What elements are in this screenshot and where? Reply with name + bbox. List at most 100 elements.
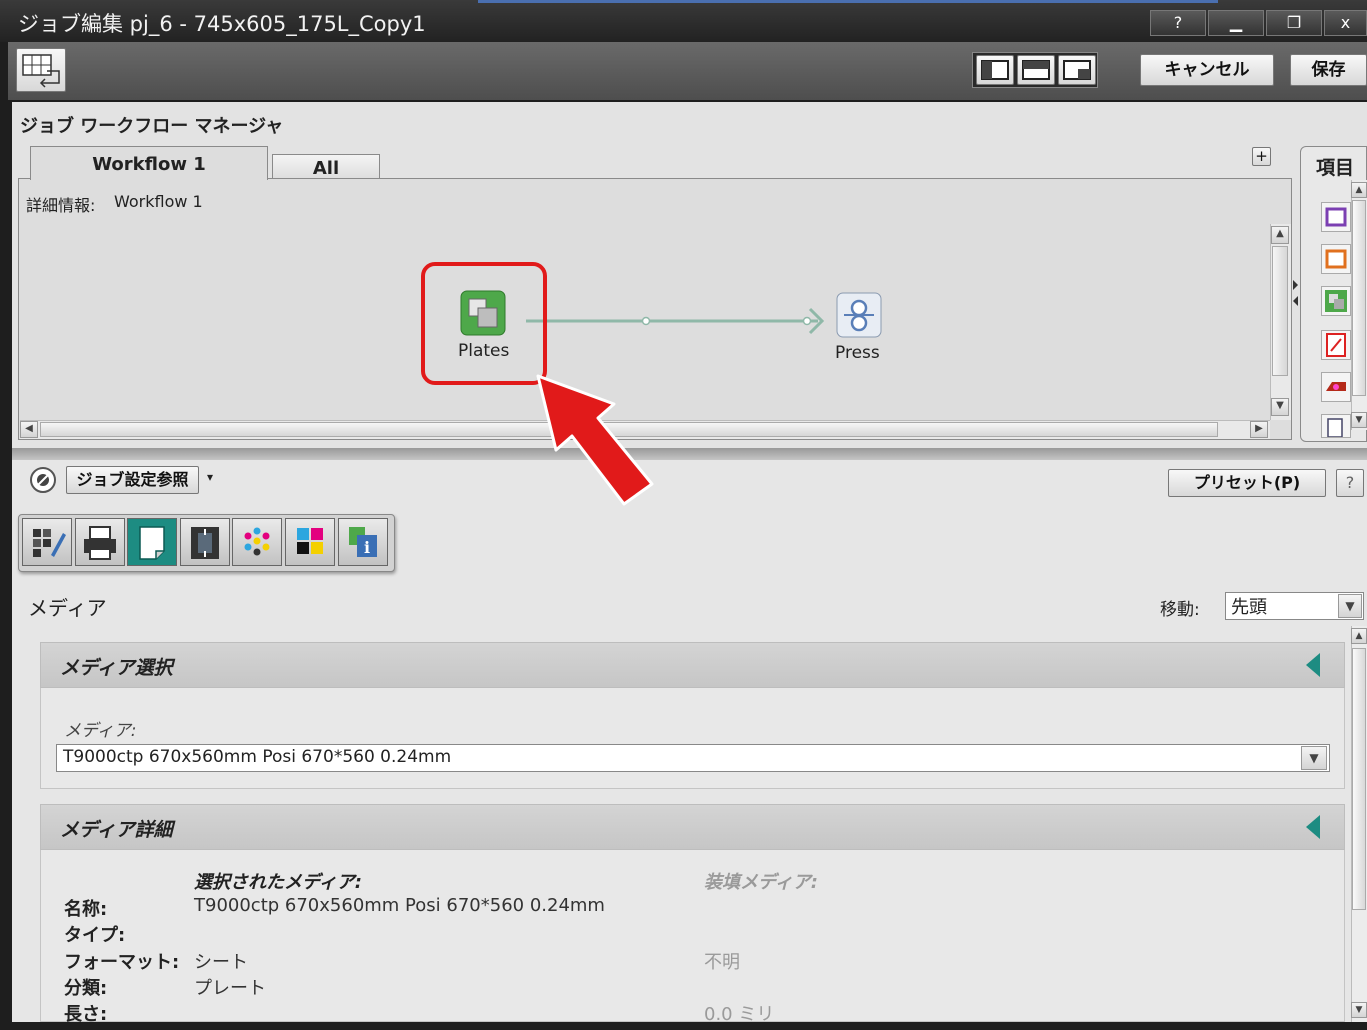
view-split-top-button[interactable] — [1017, 55, 1055, 85]
detail-row-label: 分類: — [64, 978, 108, 999]
details-value: Workflow 1 — [114, 192, 203, 211]
loaded-media-column-header: 装填メディア: — [704, 872, 818, 893]
palette-item-document[interactable] — [1321, 414, 1351, 438]
orange-process-icon — [1325, 249, 1347, 269]
settings-scroll-thumb[interactable] — [1352, 648, 1366, 910]
minimize-button[interactable]: ▁ — [1208, 10, 1264, 36]
save-button[interactable]: 保存 — [1290, 54, 1367, 86]
info-icon: i — [349, 527, 377, 557]
preset-button[interactable]: プリセット(P) — [1168, 469, 1326, 497]
category-print-button[interactable] — [75, 518, 125, 566]
detail-row-label: フォーマット: — [64, 952, 180, 973]
category-imposition-button[interactable] — [22, 518, 72, 566]
media-select-value: T9000ctp 670x560mm Posi 670*560 0.24mm — [63, 747, 452, 767]
window-title: ジョブ編集 pj_6 - 745x605_175L_Copy1 — [18, 12, 426, 36]
category-separations-button[interactable] — [285, 518, 335, 566]
media-field-label: メディア: — [64, 721, 137, 741]
settings-scroll-down-button[interactable]: ▼ — [1351, 1002, 1367, 1018]
collapse-arrow-icon[interactable] — [1306, 815, 1320, 839]
detail-row-selected: プレート — [194, 978, 266, 999]
reference-toggle[interactable] — [29, 466, 57, 494]
category-marks-button[interactable] — [180, 518, 230, 566]
document-icon — [1327, 418, 1343, 438]
detail-row-label: 名称: — [64, 899, 108, 920]
scroll-down-button[interactable]: ▼ — [1271, 398, 1289, 416]
purple-process-icon — [1325, 207, 1347, 227]
layout-right-icon — [1063, 60, 1091, 80]
proof-printer-icon — [1326, 382, 1346, 391]
category-info-button[interactable]: i — [338, 518, 388, 566]
palette-splitter-handle[interactable] — [1292, 270, 1299, 330]
media-details-header[interactable] — [40, 804, 1345, 850]
settings-scroll-up-button[interactable]: ▲ — [1351, 628, 1367, 644]
close-button[interactable]: x — [1324, 10, 1367, 36]
workflow-manager-title: ジョブ ワークフロー マネージャ — [20, 116, 284, 137]
palette-scroll-thumb[interactable] — [1352, 200, 1366, 396]
move-select-value: 先頭 — [1231, 597, 1267, 618]
job-settings-reference-button[interactable]: ジョブ設定参照 — [66, 466, 199, 494]
detail-row-selected: シート — [194, 952, 248, 973]
bottom-frame — [0, 1022, 1367, 1030]
section-title: メディア — [28, 596, 107, 620]
add-workflow-button[interactable]: + — [1252, 147, 1271, 166]
scroll-up-button[interactable]: ▲ — [1271, 226, 1289, 244]
reference-dropdown-arrow[interactable]: ▾ — [207, 470, 213, 484]
media-selection-header[interactable] — [40, 642, 1345, 688]
plates-small-icon — [1325, 290, 1347, 312]
layout-left-icon — [981, 60, 1009, 80]
scroll-left-button[interactable]: ◀ — [20, 421, 38, 438]
palette-item-purple[interactable] — [1321, 202, 1351, 232]
imposition-edit-icon — [33, 529, 66, 557]
media-details-title: メディア詳細 — [60, 819, 173, 841]
tab-all[interactable]: All — [272, 154, 380, 180]
collapse-arrow-icon[interactable] — [1306, 653, 1320, 677]
move-label: 移動: — [1160, 600, 1200, 620]
layout-top-icon — [1022, 60, 1050, 80]
category-media-button[interactable] — [127, 518, 177, 566]
detail-row-label: タイプ: — [64, 925, 126, 946]
cancel-button[interactable]: キャンセル — [1140, 54, 1274, 86]
palette-scroll-down-button[interactable]: ▼ — [1351, 412, 1367, 428]
press-node-label: Press — [835, 343, 880, 363]
media-selection-title: メディア選択 — [60, 657, 173, 679]
left-frame — [0, 42, 8, 1030]
move-select-arrow[interactable]: ▼ — [1338, 594, 1362, 618]
restore-button[interactable]: ❐ — [1266, 10, 1322, 36]
view-split-left-button[interactable] — [976, 55, 1014, 85]
details-label: 詳細情報: — [26, 196, 96, 215]
press-icon — [836, 292, 882, 338]
press-node[interactable] — [836, 292, 882, 338]
highlight-box — [421, 262, 547, 385]
category-color-button[interactable] — [232, 518, 282, 566]
layout-grid-button[interactable] — [16, 48, 66, 92]
detail-row-loaded: 不明 — [704, 952, 740, 973]
palette-item-pdf[interactable] — [1321, 330, 1351, 360]
eye-icon — [30, 467, 56, 493]
palette-item-plates[interactable] — [1321, 286, 1351, 316]
palette-item-orange[interactable] — [1321, 244, 1351, 274]
svg-text:i: i — [364, 538, 370, 557]
printer-icon — [84, 526, 116, 560]
settings-help-button[interactable]: ? — [1336, 469, 1364, 497]
scroll-right-button[interactable]: ▶ — [1250, 421, 1268, 438]
workflow-connector — [526, 307, 825, 335]
view-split-right-button[interactable] — [1058, 55, 1096, 85]
annotation-arrow-icon — [536, 374, 654, 506]
media-icon — [139, 526, 165, 560]
palette-scroll-up-button[interactable]: ▲ — [1351, 182, 1367, 198]
canvas-vscroll-thumb[interactable] — [1272, 246, 1288, 376]
items-palette-title: 項目 — [1316, 157, 1355, 179]
cmyk-icon — [297, 528, 323, 554]
marks-icon — [191, 527, 219, 559]
detail-row-selected: T9000ctp 670x560mm Posi 670*560 0.24mm — [194, 895, 605, 916]
title-accent-line — [478, 0, 1218, 3]
help-button[interactable]: ? — [1150, 10, 1206, 36]
tab-workflow-1[interactable]: Workflow 1 — [30, 146, 268, 180]
media-select-arrow[interactable]: ▼ — [1301, 746, 1327, 770]
palette-item-proof[interactable] — [1321, 372, 1351, 402]
imposition-grid-icon — [22, 54, 60, 88]
splitter-arrows-icon — [1293, 280, 1298, 306]
color-dots-icon — [244, 527, 270, 556]
pdf-icon — [1326, 333, 1346, 357]
selected-media-column-header: 選択されたメディア: — [194, 872, 362, 893]
